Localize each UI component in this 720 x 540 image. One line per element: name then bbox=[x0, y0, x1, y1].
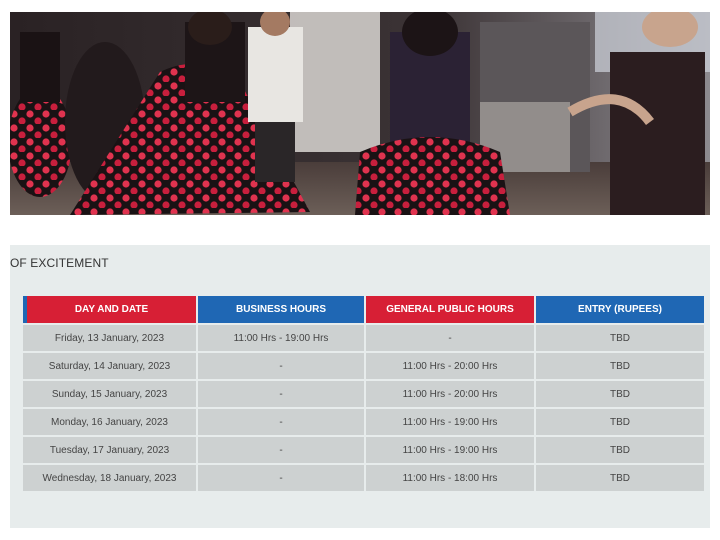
schedule-panel: OF EXCITEMENT DAY AND DATE BUSINESS HOUR… bbox=[10, 245, 710, 528]
table-row: Friday, 13 January, 2023 11:00 Hrs - 19:… bbox=[23, 325, 704, 351]
cell-date: Tuesday, 17 January, 2023 bbox=[23, 437, 196, 463]
cell-entry: TBD bbox=[536, 465, 704, 491]
schedule-table: DAY AND DATE BUSINESS HOURS GENERAL PUBL… bbox=[21, 294, 706, 493]
header-general-public-hours: GENERAL PUBLIC HOURS bbox=[366, 296, 534, 323]
table-row: Tuesday, 17 January, 2023 - 11:00 Hrs - … bbox=[23, 437, 704, 463]
cell-public-hours: 11:00 Hrs - 19:00 Hrs bbox=[366, 437, 534, 463]
header-entry: ENTRY (RUPEES) bbox=[536, 296, 704, 323]
table-row: Wednesday, 18 January, 2023 - 11:00 Hrs … bbox=[23, 465, 704, 491]
cell-public-hours: - bbox=[366, 325, 534, 351]
table-row: Monday, 16 January, 2023 - 11:00 Hrs - 1… bbox=[23, 409, 704, 435]
dancers-photo-icon bbox=[10, 12, 710, 215]
cell-public-hours: 11:00 Hrs - 19:00 Hrs bbox=[366, 409, 534, 435]
cell-entry: TBD bbox=[536, 353, 704, 379]
cell-business-hours: - bbox=[198, 381, 364, 407]
table-row: Sunday, 15 January, 2023 - 11:00 Hrs - 2… bbox=[23, 381, 704, 407]
cell-date: Saturday, 14 January, 2023 bbox=[23, 353, 196, 379]
cell-date: Wednesday, 18 January, 2023 bbox=[23, 465, 196, 491]
cell-public-hours: 11:00 Hrs - 20:00 Hrs bbox=[366, 353, 534, 379]
cell-entry: TBD bbox=[536, 437, 704, 463]
cell-date: Friday, 13 January, 2023 bbox=[23, 325, 196, 351]
table-row: Saturday, 14 January, 2023 - 11:00 Hrs -… bbox=[23, 353, 704, 379]
cell-entry: TBD bbox=[536, 325, 704, 351]
cell-date: Sunday, 15 January, 2023 bbox=[23, 381, 196, 407]
cell-date: Monday, 16 January, 2023 bbox=[23, 409, 196, 435]
cell-public-hours: 11:00 Hrs - 18:00 Hrs bbox=[366, 465, 534, 491]
cell-business-hours: 11:00 Hrs - 19:00 Hrs bbox=[198, 325, 364, 351]
cell-business-hours: - bbox=[198, 465, 364, 491]
cell-business-hours: - bbox=[198, 409, 364, 435]
table-header-row: DAY AND DATE BUSINESS HOURS GENERAL PUBL… bbox=[23, 296, 704, 323]
cell-entry: TBD bbox=[536, 409, 704, 435]
header-day-and-date: DAY AND DATE bbox=[23, 296, 196, 323]
cell-business-hours: - bbox=[198, 353, 364, 379]
cell-entry: TBD bbox=[536, 381, 704, 407]
cell-business-hours: - bbox=[198, 437, 364, 463]
cell-public-hours: 11:00 Hrs - 20:00 Hrs bbox=[366, 381, 534, 407]
panel-heading: OF EXCITEMENT bbox=[10, 256, 109, 270]
header-business-hours: BUSINESS HOURS bbox=[198, 296, 364, 323]
hero-photo bbox=[10, 12, 710, 215]
